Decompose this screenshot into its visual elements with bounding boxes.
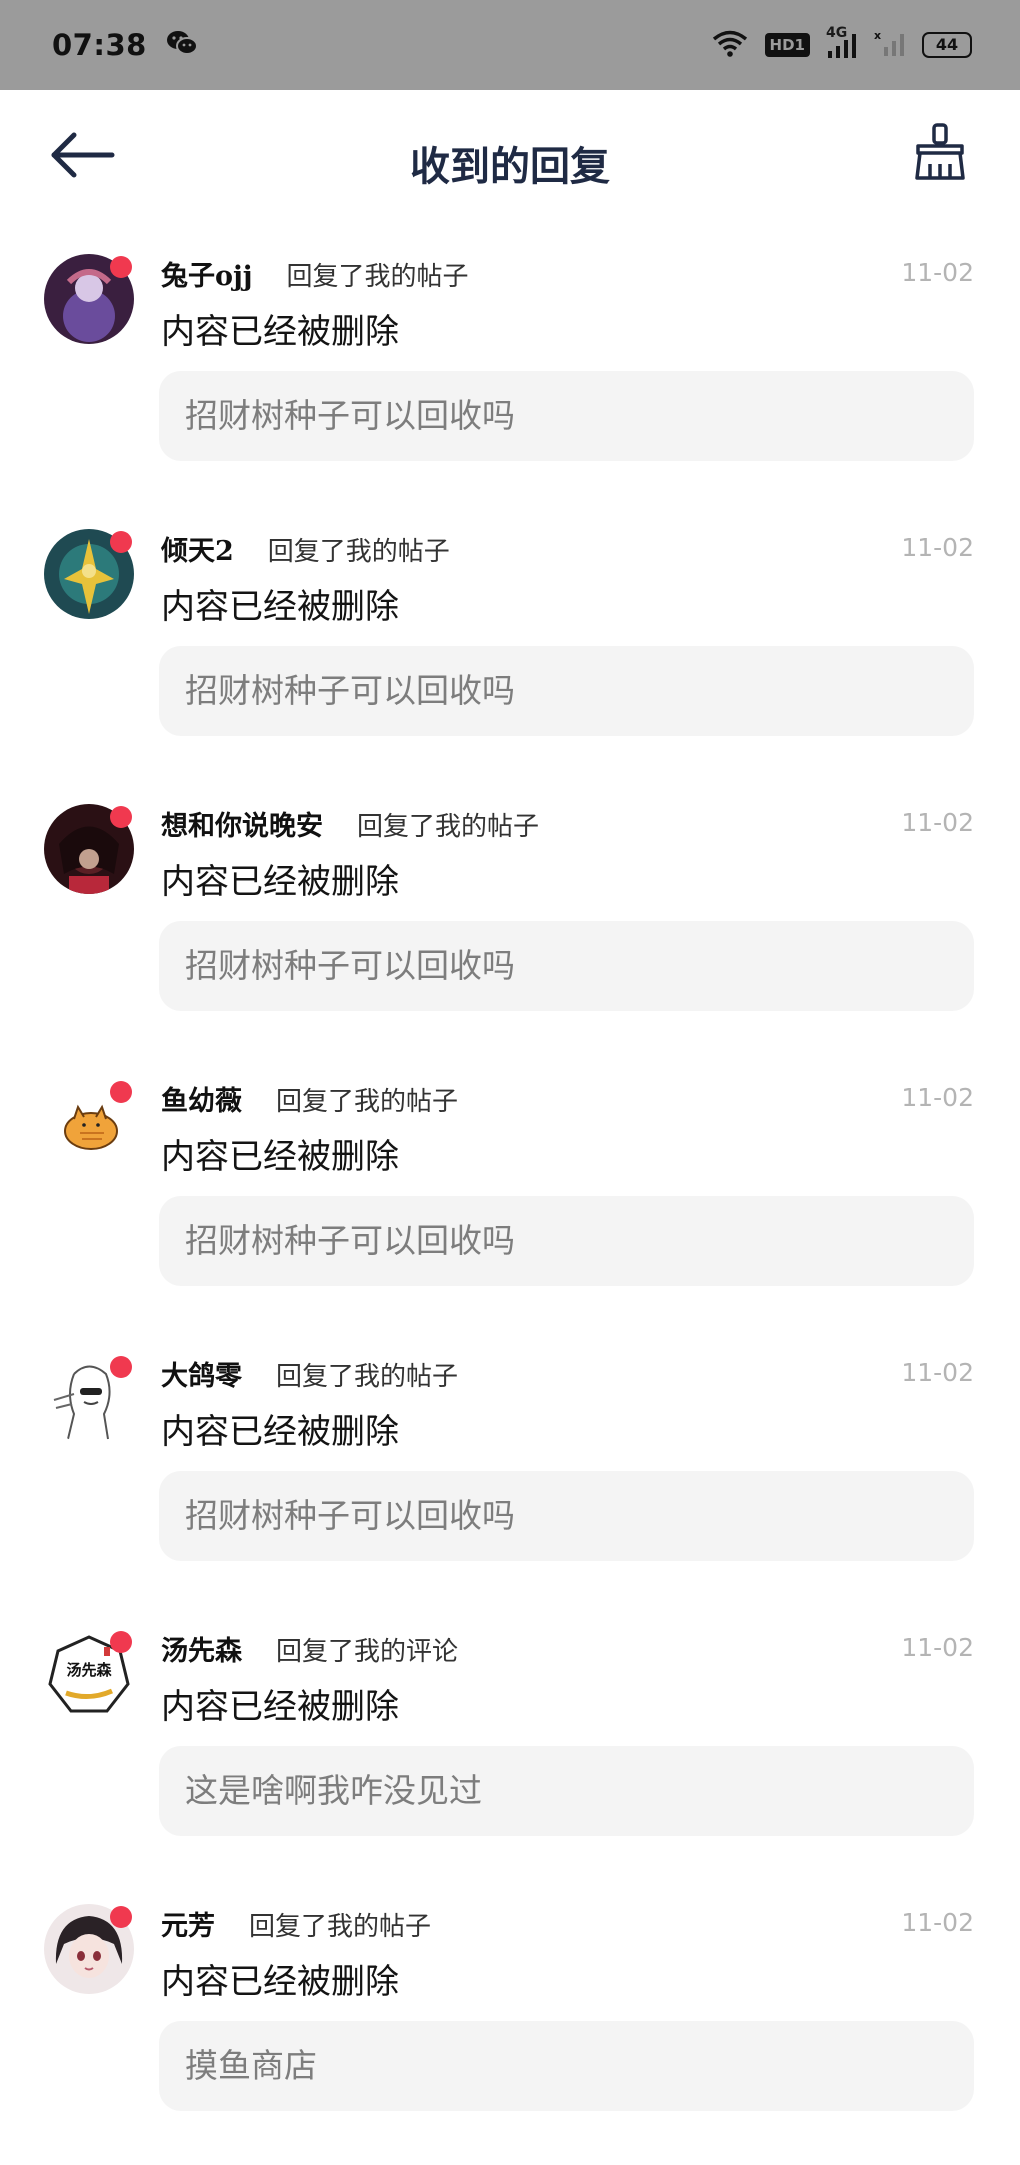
unread-dot [110, 531, 132, 553]
reply-action: 回复了我的帖子 [249, 1912, 432, 1942]
reply-item[interactable]: 想和你说晚安 回复了我的帖子 11-02 内容已经被删除 招财树种子可以回收吗 [0, 790, 1020, 1065]
reply-action: 回复了我的帖子 [267, 537, 450, 567]
quoted-post[interactable]: 招财树种子可以回收吗 [159, 1471, 974, 1561]
username[interactable]: 元芳 [161, 1904, 215, 1943]
unread-dot [110, 1906, 132, 1928]
reply-content: 内容已经被删除 [161, 1687, 399, 1727]
unread-dot [110, 1631, 132, 1653]
page-title: 收到的回复 [410, 143, 610, 190]
unread-dot [110, 256, 132, 278]
status-bar: 07:38 HD1 4G x 44 [0, 0, 1020, 90]
wifi-icon [711, 29, 749, 61]
reply-content: 内容已经被删除 [161, 1137, 399, 1177]
quoted-post[interactable]: 摸鱼商店 [159, 2021, 974, 2111]
reply-action: 回复了我的帖子 [357, 812, 540, 842]
username[interactable]: 倾天2 [161, 529, 234, 568]
battery-icon: 44 [922, 32, 972, 58]
reply-action: 回复了我的帖子 [286, 262, 469, 292]
reply-content: 内容已经被删除 [161, 862, 399, 902]
reply-action: 回复了我的帖子 [276, 1362, 459, 1392]
reply-content: 内容已经被删除 [161, 1412, 399, 1452]
unread-dot [110, 1081, 132, 1103]
quoted-post[interactable]: 招财树种子可以回收吗 [159, 646, 974, 736]
quoted-post[interactable]: 招财树种子可以回收吗 [159, 921, 974, 1011]
quoted-comment[interactable]: 这是啥啊我咋没见过 [159, 1746, 974, 1836]
reply-content: 内容已经被删除 [161, 1962, 399, 2002]
svg-text:x: x [874, 29, 881, 42]
reply-item[interactable]: 鱼幼薇 回复了我的帖子 11-02 内容已经被删除 招财树种子可以回收吗 [0, 1065, 1020, 1340]
reply-action: 回复了我的评论 [276, 1637, 459, 1667]
reply-date: 11-02 [901, 533, 974, 562]
reply-content: 内容已经被删除 [161, 587, 399, 627]
reply-date: 11-02 [901, 1083, 974, 1112]
reply-content: 内容已经被删除 [161, 312, 399, 352]
reply-list: 兔子ojj 回复了我的帖子 11-02 内容已经被删除 招财树种子可以回收吗 倾… [0, 240, 1020, 2165]
reply-date: 11-02 [901, 808, 974, 837]
username[interactable]: 大鸽零 [161, 1354, 242, 1393]
unread-dot [110, 1356, 132, 1378]
reply-item[interactable]: 兔子ojj 回复了我的帖子 11-02 内容已经被删除 招财树种子可以回收吗 [0, 240, 1020, 515]
unread-dot [110, 806, 132, 828]
reply-date: 11-02 [901, 1633, 974, 1662]
hd-badge: HD1 [764, 33, 810, 57]
username[interactable]: 兔子ojj [161, 254, 253, 293]
reply-date: 11-02 [901, 258, 974, 287]
reply-item[interactable]: 倾天2 回复了我的帖子 11-02 内容已经被删除 招财树种子可以回收吗 [0, 515, 1020, 790]
nav-bar: 收到的回复 [0, 90, 1020, 240]
quoted-post[interactable]: 招财树种子可以回收吗 [159, 371, 974, 461]
username[interactable]: 鱼幼薇 [161, 1079, 242, 1118]
quoted-post[interactable]: 招财树种子可以回收吗 [159, 1196, 974, 1286]
wechat-icon [165, 29, 199, 61]
reply-date: 11-02 [901, 1358, 974, 1387]
signal-empty-icon: x [874, 29, 906, 61]
reply-date: 11-02 [901, 1908, 974, 1937]
username[interactable]: 汤先森 [161, 1629, 242, 1668]
signal-icon: 4G [826, 25, 858, 59]
reply-item[interactable]: 元芳 回复了我的帖子 11-02 内容已经被删除 摸鱼商店 [0, 1890, 1020, 2165]
reply-item[interactable]: 汤先森 汤先森 回复了我的评论 11-02 内容已经被删除 这是啥啊我咋没见过 [0, 1615, 1020, 1890]
status-time: 07:38 [52, 28, 147, 62]
network-type-label: 4G [826, 25, 848, 41]
username[interactable]: 想和你说晚安 [161, 804, 323, 843]
avatar-logo-text: 汤先森 [66, 1661, 112, 1679]
broom-icon[interactable] [912, 122, 968, 182]
reply-action: 回复了我的帖子 [276, 1087, 459, 1117]
reply-item[interactable]: 大鸽零 回复了我的帖子 11-02 内容已经被删除 招财树种子可以回收吗 [0, 1340, 1020, 1615]
